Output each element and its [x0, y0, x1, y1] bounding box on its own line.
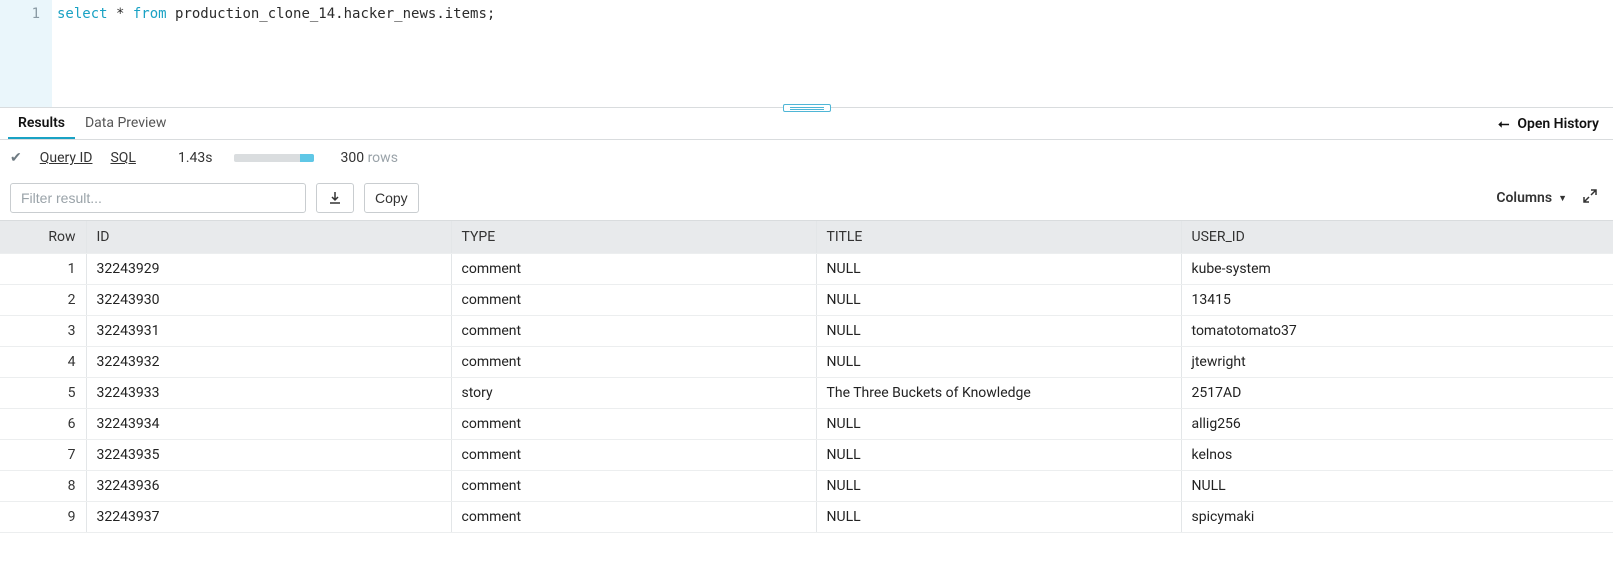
sql-link[interactable]: SQL	[110, 150, 135, 166]
sql-keyword-from: from	[133, 6, 167, 22]
cell-type: comment	[451, 501, 816, 532]
cell-user: NULL	[1181, 470, 1613, 501]
cell-id: 32243931	[86, 315, 451, 346]
editor-code[interactable]: select * from production_clone_14.hacker…	[52, 0, 1613, 107]
expand-button[interactable]	[1577, 189, 1603, 207]
rows-count-word: rows	[368, 150, 398, 166]
cell-title: NULL	[816, 501, 1181, 532]
cell-id: 32243933	[86, 377, 451, 408]
cell-rownum: 8	[0, 470, 86, 501]
cell-title: NULL	[816, 315, 1181, 346]
query-id-link[interactable]: Query ID	[40, 150, 93, 166]
results-table: Row ID TYPE TITLE USER_ID 132243929comme…	[0, 221, 1613, 533]
cell-title: NULL	[816, 346, 1181, 377]
table-row[interactable]: 432243932commentNULLjtewright	[0, 346, 1613, 377]
tab-data-preview-label: Data Preview	[85, 115, 166, 131]
cell-type: comment	[451, 315, 816, 346]
open-history-button[interactable]: ⭠ Open History	[1498, 116, 1605, 132]
cell-type: comment	[451, 253, 816, 284]
query-progress-bar	[234, 154, 314, 162]
results-tabbar: Results Data Preview ⭠ Open History	[0, 108, 1613, 140]
cell-title: NULL	[816, 284, 1181, 315]
cell-title: NULL	[816, 470, 1181, 501]
cell-id: 32243929	[86, 253, 451, 284]
expand-icon	[1583, 189, 1597, 203]
copy-button-label: Copy	[375, 190, 408, 206]
check-icon: ✔	[10, 150, 22, 166]
cell-user: allig256	[1181, 408, 1613, 439]
cell-rownum: 9	[0, 501, 86, 532]
gutter-line-number: 1	[0, 4, 40, 24]
chevron-down-icon: ▼	[1558, 193, 1567, 204]
open-history-label: Open History	[1517, 116, 1599, 132]
cell-title: The Three Buckets of Knowledge	[816, 377, 1181, 408]
cell-title: NULL	[816, 408, 1181, 439]
query-time: 1.43s	[178, 150, 213, 166]
cell-title: NULL	[816, 439, 1181, 470]
col-header-user[interactable]: USER_ID	[1181, 221, 1613, 253]
cell-rownum: 5	[0, 377, 86, 408]
cell-user: 2517AD	[1181, 377, 1613, 408]
table-row[interactable]: 632243934commentNULLallig256	[0, 408, 1613, 439]
col-header-title[interactable]: TITLE	[816, 221, 1181, 253]
col-header-id[interactable]: ID	[86, 221, 451, 253]
panel-resize-handle[interactable]	[783, 104, 831, 112]
table-row[interactable]: 332243931commentNULLtomatotomato37	[0, 315, 1613, 346]
cell-id: 32243935	[86, 439, 451, 470]
columns-dropdown[interactable]: Columns ▼	[1496, 190, 1567, 206]
table-row[interactable]: 532243933storyThe Three Buckets of Knowl…	[0, 377, 1613, 408]
cell-rownum: 4	[0, 346, 86, 377]
table-header-row: Row ID TYPE TITLE USER_ID	[0, 221, 1613, 253]
cell-id: 32243937	[86, 501, 451, 532]
cell-title: NULL	[816, 253, 1181, 284]
cell-type: comment	[451, 408, 816, 439]
cell-id: 32243932	[86, 346, 451, 377]
sql-rest: production_clone_14.hacker_news.items;	[167, 6, 496, 22]
cell-type: comment	[451, 284, 816, 315]
rows-count: 300 rows	[340, 150, 397, 166]
arrow-left-icon: ⭠	[1498, 116, 1509, 132]
cell-id: 32243930	[86, 284, 451, 315]
tab-results-label: Results	[18, 115, 65, 131]
table-row[interactable]: 932243937commentNULLspicymaki	[0, 501, 1613, 532]
cell-rownum: 7	[0, 439, 86, 470]
download-button[interactable]	[316, 183, 354, 213]
table-row[interactable]: 732243935commentNULLkelnos	[0, 439, 1613, 470]
download-icon	[327, 190, 343, 206]
col-header-type[interactable]: TYPE	[451, 221, 816, 253]
table-row[interactable]: 832243936commentNULLNULL	[0, 470, 1613, 501]
table-row[interactable]: 132243929commentNULLkube-system	[0, 253, 1613, 284]
sql-star: *	[108, 6, 133, 22]
cell-rownum: 2	[0, 284, 86, 315]
results-toolbar: Copy Columns ▼	[0, 176, 1613, 220]
table-row[interactable]: 232243930commentNULL13415	[0, 284, 1613, 315]
col-header-row[interactable]: Row	[0, 221, 86, 253]
cell-user: kube-system	[1181, 253, 1613, 284]
sql-keyword-select: select	[57, 6, 108, 22]
columns-label: Columns	[1496, 190, 1552, 206]
cell-user: 13415	[1181, 284, 1613, 315]
cell-rownum: 6	[0, 408, 86, 439]
editor-gutter: 1	[0, 0, 52, 107]
cell-type: comment	[451, 470, 816, 501]
cell-rownum: 1	[0, 253, 86, 284]
cell-type: comment	[451, 439, 816, 470]
cell-id: 32243936	[86, 470, 451, 501]
cell-type: comment	[451, 346, 816, 377]
cell-user: spicymaki	[1181, 501, 1613, 532]
cell-user: tomatotomato37	[1181, 315, 1613, 346]
filter-result-input[interactable]	[10, 183, 306, 213]
cell-type: story	[451, 377, 816, 408]
tab-data-preview[interactable]: Data Preview	[75, 108, 176, 139]
cell-id: 32243934	[86, 408, 451, 439]
query-status-row: ✔ Query ID SQL 1.43s 300 rows	[0, 140, 1613, 176]
results-table-wrap[interactable]: Row ID TYPE TITLE USER_ID 132243929comme…	[0, 220, 1613, 584]
cell-rownum: 3	[0, 315, 86, 346]
copy-button[interactable]: Copy	[364, 183, 419, 213]
sql-editor[interactable]: 1 select * from production_clone_14.hack…	[0, 0, 1613, 108]
cell-user: jtewright	[1181, 346, 1613, 377]
cell-user: kelnos	[1181, 439, 1613, 470]
rows-count-number: 300	[340, 150, 364, 166]
tab-results[interactable]: Results	[8, 108, 75, 139]
